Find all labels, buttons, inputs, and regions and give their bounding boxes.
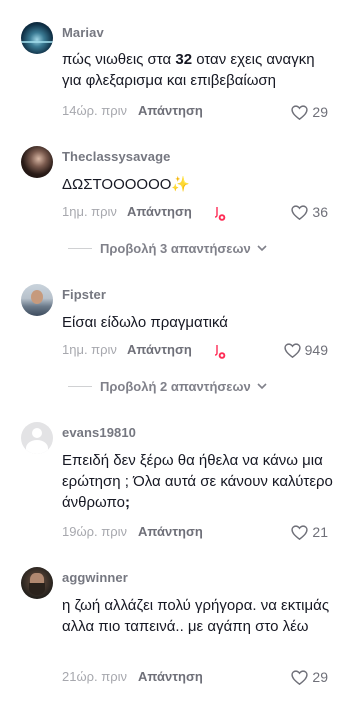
heart-icon (291, 669, 309, 685)
heart-icon (291, 104, 309, 120)
reply-button[interactable]: Απάντηση (127, 342, 192, 357)
view-replies-button[interactable]: Προβολή 3 απαντήσεων (68, 239, 267, 257)
comment-text: Είσαι είδωλο πραγματικά (62, 314, 228, 331)
chevron-down-icon (257, 382, 267, 389)
comment-username[interactable]: Theclassysavage (62, 149, 170, 164)
view-replies-button[interactable]: Προβολή 2 απαντήσεων (68, 377, 267, 395)
creator-liked-icon (214, 207, 226, 221)
chevron-down-icon (257, 244, 267, 251)
creator-liked-icon (214, 345, 226, 359)
like-count: 29 (312, 669, 328, 685)
comment-username[interactable]: aggwinner (62, 570, 128, 585)
like-button[interactable]: 36 (291, 203, 328, 221)
comment-time: 1ημ. πριν (62, 204, 117, 219)
like-button[interactable]: 949 (283, 341, 328, 359)
like-button[interactable]: 29 (291, 103, 328, 121)
comment-time: 19ώρ. πριν (62, 524, 127, 539)
comment-text-bold: ; (125, 494, 131, 511)
reply-button[interactable]: Απάντηση (138, 103, 203, 118)
like-button[interactable]: 29 (291, 668, 328, 686)
comment-text: πώς νιωθεις στα 32 οταν εχεις αναγκη για… (62, 49, 338, 91)
divider (68, 385, 92, 387)
like-count: 21 (312, 524, 328, 540)
heart-icon (291, 204, 309, 220)
comment-time: 14ώρ. πριν (62, 103, 127, 118)
heart-icon (291, 524, 309, 540)
comment-username[interactable]: evans19810 (62, 425, 136, 440)
comment-text-part: Επειδή δεν ξέρω θα ήθελα να κάνω μια ερώ… (62, 452, 333, 511)
default-avatar[interactable] (21, 422, 53, 454)
comment-text-part: πώς νιωθεις στα (62, 51, 176, 68)
like-button[interactable]: 21 (291, 523, 328, 541)
man-avatar[interactable] (21, 284, 53, 316)
woman-avatar[interactable] (21, 146, 53, 178)
view-replies-label: Προβολή 3 απαντήσεων (100, 240, 251, 256)
like-count: 29 (312, 104, 328, 120)
reply-button[interactable]: Απάντηση (138, 669, 203, 684)
view-replies-label: Προβολή 2 απαντήσεων (100, 378, 251, 394)
ocean-avatar[interactable] (21, 22, 53, 54)
comment-username[interactable]: Mariav (62, 25, 104, 40)
reply-button[interactable]: Απάντηση (138, 524, 203, 539)
beard-avatar[interactable] (21, 567, 53, 599)
comment-text: η ζωή αλλάζει πολύ γρήγορα. να εκτιμάς α… (62, 597, 330, 635)
divider (68, 247, 92, 249)
heart-icon (283, 342, 301, 358)
comment-time: 21ώρ. πριν (62, 669, 127, 684)
reply-button[interactable]: Απάντηση (127, 204, 192, 219)
comment-text: Επειδή δεν ξέρω θα ήθελα να κάνω μια ερώ… (62, 450, 338, 513)
like-count: 949 (304, 342, 328, 358)
like-count: 36 (312, 204, 328, 220)
comment-text: ΔΩΣΤΟΟΟΟΟΟ✨ (62, 176, 191, 193)
comment-username[interactable]: Fipster (62, 287, 106, 302)
comment-time: 1ημ. πριν (62, 342, 117, 357)
comment-text-bold: 32 (175, 51, 193, 68)
